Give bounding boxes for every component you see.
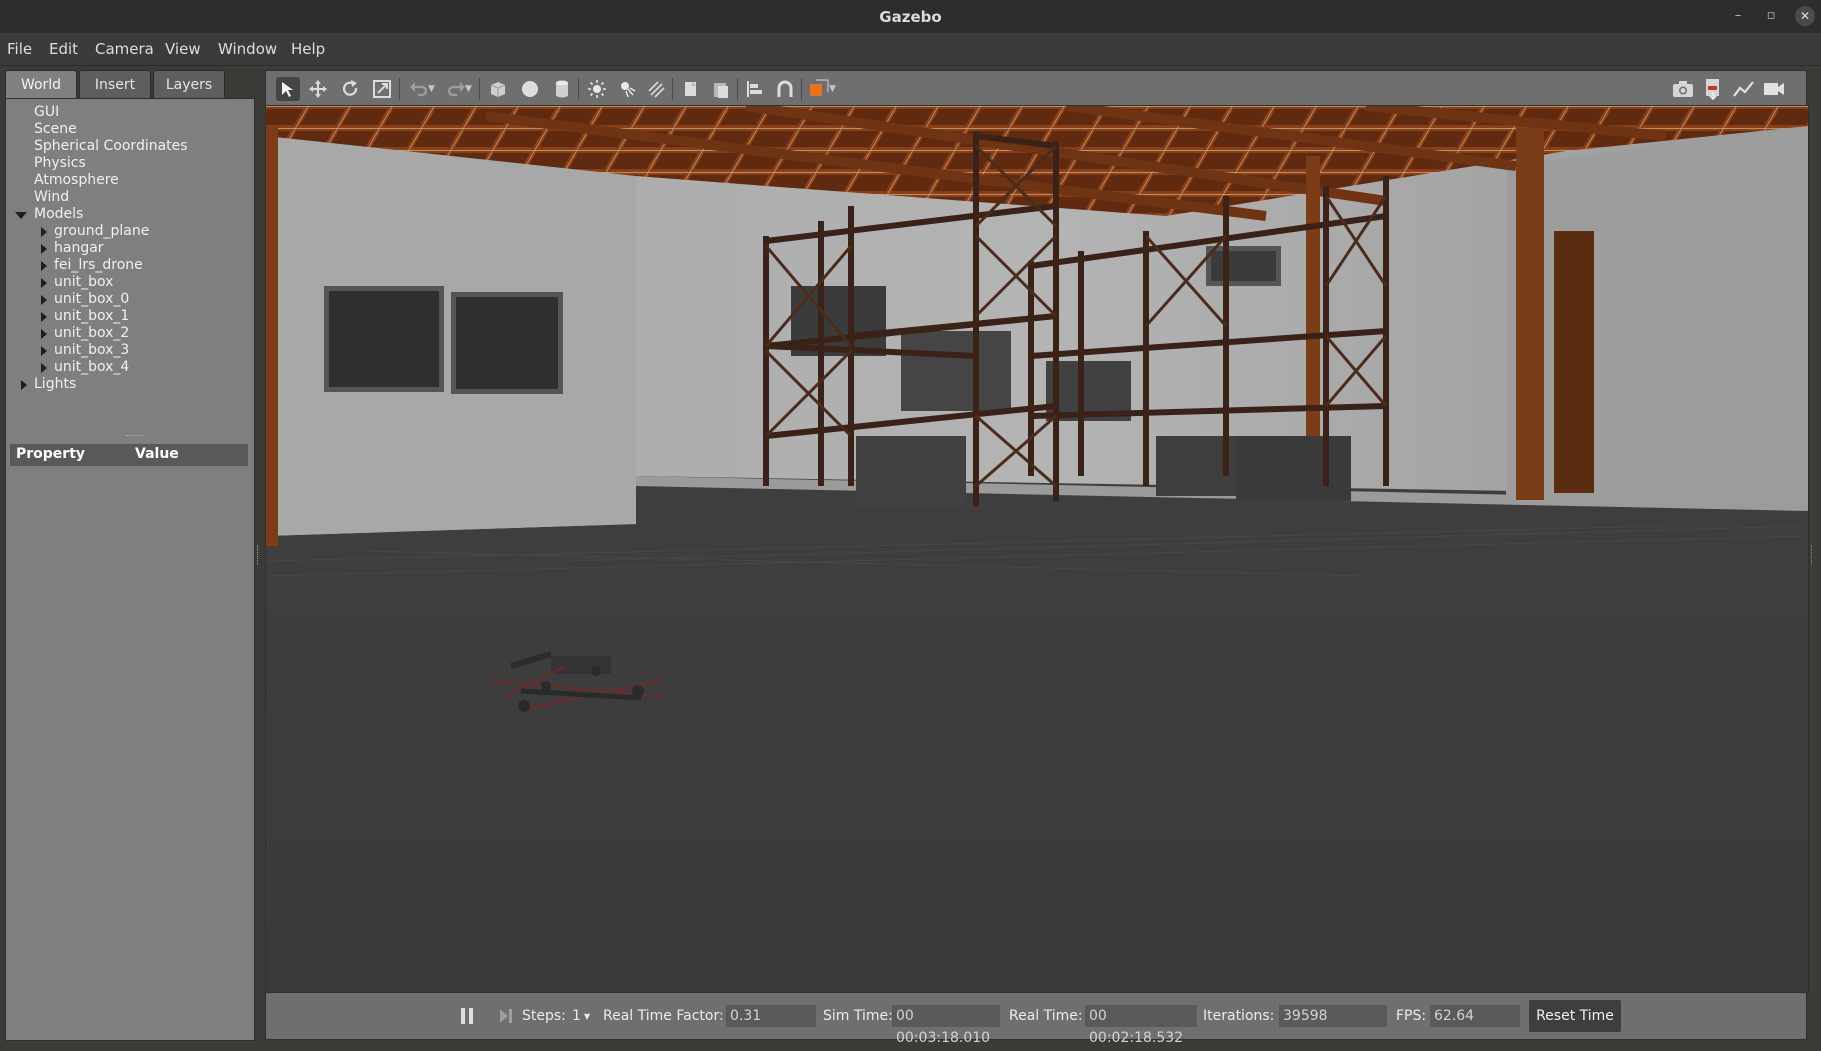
collapse-arrow-icon[interactable] bbox=[41, 227, 47, 237]
tree-item-lights[interactable]: Lights bbox=[34, 376, 76, 392]
toolbar: ▼ ▼ ▼ bbox=[265, 70, 1807, 106]
tab-layers[interactable]: Layers bbox=[153, 70, 225, 98]
right-panel-resize-handle[interactable] bbox=[1811, 545, 1815, 565]
fps-value: 62.64 bbox=[1430, 1005, 1520, 1027]
tree-item-model[interactable]: unit_box_2 bbox=[54, 325, 129, 341]
maximize-button[interactable]: ▫ bbox=[1761, 6, 1781, 26]
collapse-arrow-icon[interactable] bbox=[41, 312, 47, 322]
fps-label: FPS: bbox=[1396, 1008, 1427, 1024]
hangar-scene-render bbox=[266, 106, 1808, 992]
collapse-arrow-icon[interactable] bbox=[41, 244, 47, 254]
panel-splitter[interactable] bbox=[126, 435, 144, 438]
redo-dropdown-icon[interactable]: ▼ bbox=[465, 84, 472, 94]
menu-camera[interactable]: Camera bbox=[95, 40, 154, 58]
column-property: Property bbox=[16, 446, 86, 462]
title-bar: Gazebo – ▫ ✕ bbox=[0, 0, 1821, 33]
collapse-arrow-icon[interactable] bbox=[41, 346, 47, 356]
menu-edit[interactable]: Edit bbox=[49, 40, 78, 58]
menu-view[interactable]: View bbox=[165, 40, 201, 58]
pause-icon[interactable] bbox=[459, 1006, 475, 1026]
steps-label: Steps: bbox=[522, 1008, 566, 1024]
collapse-arrow-icon[interactable] bbox=[41, 363, 47, 373]
collapse-arrow-icon[interactable] bbox=[41, 295, 47, 305]
status-bar: Steps: 1 ▼ Real Time Factor: 0.31 Sim Ti… bbox=[265, 992, 1807, 1046]
view-angle-icon[interactable] bbox=[807, 77, 831, 101]
iterations-label: Iterations: bbox=[1203, 1008, 1275, 1024]
left-panel: World Insert Layers GUI Scene Spherical … bbox=[5, 70, 255, 1041]
real-time-label: Real Time: bbox=[1009, 1008, 1083, 1024]
tree-item-model[interactable]: unit_box_3 bbox=[54, 342, 129, 358]
tree-item-model[interactable]: unit_box_4 bbox=[54, 359, 129, 375]
window-title: Gazebo bbox=[879, 8, 942, 26]
tree-item-physics[interactable]: Physics bbox=[34, 155, 86, 171]
tree-item-model[interactable]: hangar bbox=[54, 240, 104, 256]
tree-item-model[interactable]: unit_box_0 bbox=[54, 291, 129, 307]
iterations-value: 39598 bbox=[1279, 1005, 1387, 1027]
point-light-icon[interactable] bbox=[585, 77, 609, 101]
view-angle-dropdown-icon[interactable]: ▼ bbox=[829, 84, 836, 94]
expand-arrow-icon[interactable] bbox=[15, 212, 27, 219]
close-button[interactable]: ✕ bbox=[1795, 6, 1815, 26]
collapse-arrow-icon[interactable] bbox=[41, 278, 47, 288]
tree-item-model[interactable]: ground_plane bbox=[54, 223, 149, 239]
translate-icon[interactable] bbox=[306, 77, 330, 101]
tab-insert[interactable]: Insert bbox=[79, 70, 151, 98]
menu-help[interactable]: Help bbox=[291, 40, 325, 58]
collapse-arrow-icon[interactable] bbox=[41, 261, 47, 271]
directional-light-icon[interactable] bbox=[644, 77, 668, 101]
screenshot-icon[interactable] bbox=[1671, 77, 1695, 101]
tree-item-wind[interactable]: Wind bbox=[34, 189, 69, 205]
cylinder-icon[interactable] bbox=[550, 77, 574, 101]
tab-world[interactable]: World bbox=[5, 70, 77, 98]
sim-time-value: 00 00:03:18.010 bbox=[892, 1005, 1000, 1046]
real-time-factor-label: Real Time Factor: bbox=[603, 1008, 724, 1024]
steps-dropdown-icon[interactable]: ▼ bbox=[584, 1012, 590, 1021]
rotate-icon[interactable] bbox=[338, 77, 362, 101]
scale-icon[interactable] bbox=[370, 77, 394, 101]
collapse-arrow-icon[interactable] bbox=[41, 329, 47, 339]
tree-item-gui[interactable]: GUI bbox=[34, 104, 59, 120]
minimize-button[interactable]: – bbox=[1728, 6, 1748, 26]
copy-icon[interactable] bbox=[679, 77, 703, 101]
reset-time-button[interactable]: Reset Time bbox=[1529, 1000, 1621, 1032]
undo-dropdown-icon[interactable]: ▼ bbox=[428, 84, 435, 94]
tree-item-models[interactable]: Models bbox=[34, 206, 83, 222]
sim-time-label: Sim Time: bbox=[823, 1008, 893, 1024]
tree-item-spherical-coordinates[interactable]: Spherical Coordinates bbox=[34, 138, 188, 154]
menu-file[interactable]: File bbox=[7, 40, 32, 58]
column-value: Value bbox=[135, 446, 179, 462]
menu-window[interactable]: Window bbox=[218, 40, 277, 58]
log-icon[interactable] bbox=[1701, 77, 1725, 101]
plot-icon[interactable] bbox=[1732, 77, 1756, 101]
menu-bar: File Edit Camera View Window Help bbox=[0, 33, 1821, 66]
property-table-header: Property Value bbox=[10, 444, 248, 466]
snap-icon[interactable] bbox=[773, 77, 797, 101]
world-panel: GUI Scene Spherical Coordinates Physics … bbox=[5, 98, 255, 1041]
scene-viewport[interactable] bbox=[265, 106, 1809, 992]
real-time-value: 00 00:02:18.532 bbox=[1085, 1005, 1197, 1046]
step-icon[interactable] bbox=[498, 1006, 514, 1026]
sphere-icon[interactable] bbox=[518, 77, 542, 101]
select-mode-icon[interactable] bbox=[276, 77, 300, 101]
tree-item-model[interactable]: fei_lrs_drone bbox=[54, 257, 143, 273]
box-icon[interactable] bbox=[486, 77, 510, 101]
record-video-icon[interactable] bbox=[1762, 77, 1786, 101]
align-icon[interactable] bbox=[743, 77, 767, 101]
tree-item-scene[interactable]: Scene bbox=[34, 121, 77, 137]
paste-icon[interactable] bbox=[709, 77, 733, 101]
spot-light-icon[interactable] bbox=[615, 77, 639, 101]
tree-item-model[interactable]: unit_box bbox=[54, 274, 113, 290]
collapse-arrow-icon[interactable] bbox=[21, 380, 27, 390]
panel-resize-handle[interactable] bbox=[257, 545, 261, 565]
tree-item-model[interactable]: unit_box_1 bbox=[54, 308, 129, 324]
real-time-factor-value: 0.31 bbox=[726, 1005, 816, 1027]
steps-spinbox[interactable]: 1 bbox=[572, 1008, 581, 1024]
tree-item-atmosphere[interactable]: Atmosphere bbox=[34, 172, 119, 188]
